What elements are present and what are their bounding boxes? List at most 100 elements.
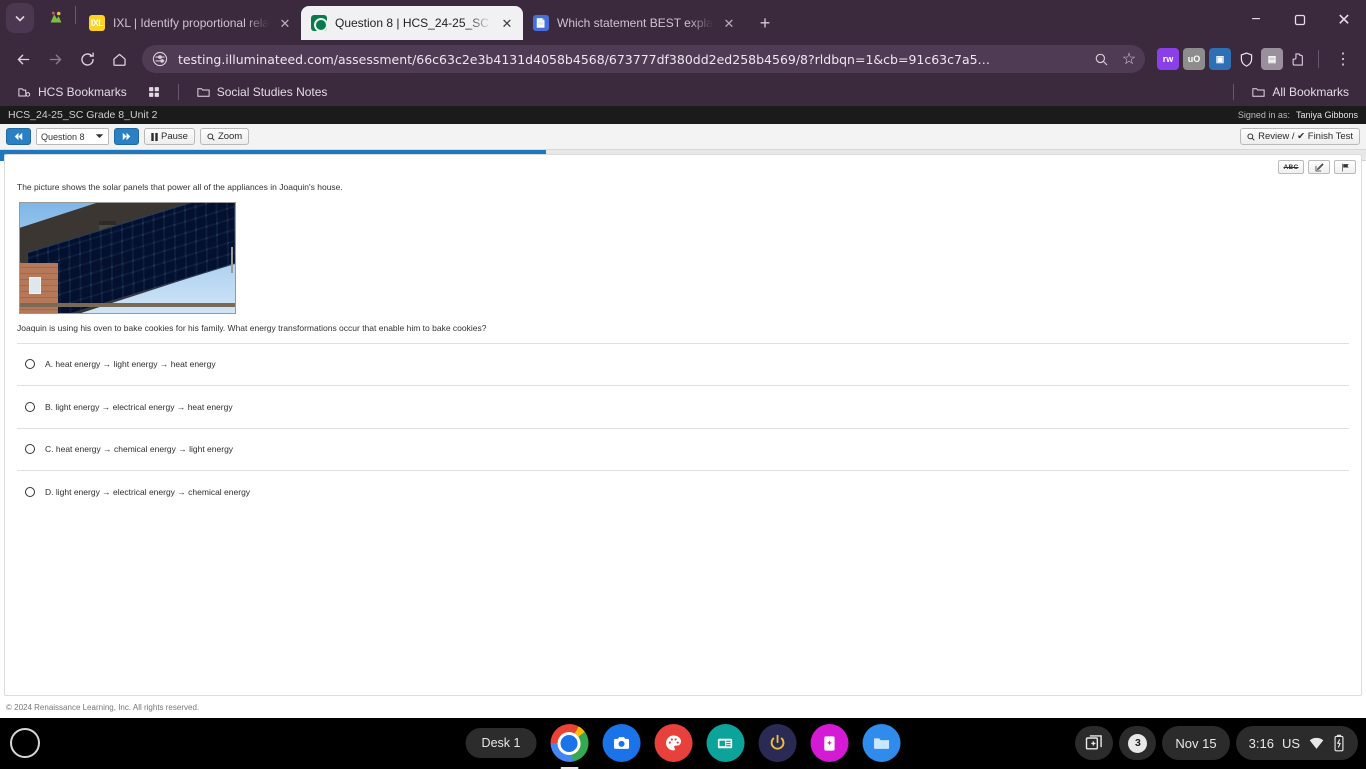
radio-icon[interactable] (25, 359, 35, 369)
signed-in-label: Signed in as: (1238, 110, 1290, 120)
chrome-browser-window: IXL IXL | Identify proportional relati ✕… (0, 0, 1366, 718)
rw-extension-icon[interactable]: rw (1157, 48, 1179, 70)
house-window-shape (29, 277, 41, 294)
bookmark-star-icon[interactable]: ☆ (1119, 49, 1139, 69)
url-text: testing.illuminateed.com/assessment/66c6… (178, 52, 1083, 67)
bookmark-social-studies-notes[interactable]: Social Studies Notes (189, 82, 335, 103)
answer-option-c[interactable]: C. heat energy → chemical energy → light… (17, 429, 1349, 472)
chrome-app[interactable] (550, 724, 588, 762)
clock-time: 3:16 (1249, 736, 1274, 751)
address-bar[interactable]: testing.illuminateed.com/assessment/66c6… (142, 45, 1145, 73)
option-body: light energy → electrical energy → chemi… (56, 487, 250, 497)
review-finish-label: Review / ✔ Finish Test (1258, 131, 1353, 142)
puzzle-icon[interactable] (1287, 48, 1309, 70)
sparkle-card-icon (820, 734, 839, 753)
status-area[interactable]: 3:16 US (1236, 726, 1358, 760)
ublock-icon[interactable]: uO (1183, 48, 1205, 70)
tab-divider (75, 6, 76, 24)
media-app[interactable] (706, 724, 744, 762)
tab-close-icon[interactable]: ✕ (499, 15, 515, 31)
tab-close-icon[interactable]: ✕ (721, 15, 737, 31)
screen-capture-icon (1084, 733, 1104, 753)
option-letter: A. (45, 359, 53, 369)
power-app[interactable] (758, 724, 796, 762)
answer-option-b[interactable]: B. light energy → electrical energy → he… (17, 386, 1349, 429)
radio-icon[interactable] (25, 487, 35, 497)
reload-icon[interactable] (72, 44, 102, 74)
question-prompt: Joaquin is using his oven to bake cookie… (17, 322, 1349, 335)
bookmark-apps-grid[interactable] (140, 82, 168, 102)
browser-tab-1[interactable]: Question 8 | HCS_24-25_SC Gra ✕ (301, 6, 523, 40)
previous-question-button[interactable] (6, 128, 31, 145)
assessment-toolbar-right: Review / ✔ Finish Test (1240, 128, 1360, 145)
answer-option-text: C. heat energy → chemical energy → light… (45, 444, 233, 454)
minimize-button[interactable]: − (1234, 0, 1278, 40)
question-tools: ABC (1278, 160, 1356, 174)
toolbar-separator (1318, 50, 1319, 68)
apps-grid-icon (147, 85, 161, 99)
question-select-value: Question 8 (41, 132, 85, 142)
notification-counter[interactable]: 3 (1119, 726, 1156, 760)
colorpick-icon[interactable]: ▣ (1209, 48, 1231, 70)
gutter-shape (20, 303, 236, 307)
all-bookmarks-label: All Bookmarks (1272, 85, 1349, 99)
input-locale: US (1282, 736, 1300, 751)
zoom-button[interactable]: Zoom (200, 128, 249, 145)
camera-icon (611, 733, 631, 753)
browser-tab-0[interactable]: IXL IXL | Identify proportional relati ✕ (79, 6, 301, 40)
files-app[interactable] (862, 724, 900, 762)
site-settings-icon[interactable] (150, 49, 170, 69)
chrome-menu-icon[interactable]: ⋮ (1328, 44, 1358, 74)
all-bookmarks-button[interactable]: All Bookmarks (1244, 82, 1356, 103)
solar-panels-on-roof-photo (19, 202, 236, 314)
question-select[interactable]: Question 8 (36, 128, 109, 145)
forward-icon[interactable] (40, 44, 70, 74)
maximize-button[interactable] (1278, 0, 1322, 40)
battery-icon (1333, 734, 1345, 752)
date-pill[interactable]: Nov 15 (1162, 726, 1229, 760)
user-name: Taniya Gibbons (1296, 110, 1358, 120)
pause-button[interactable]: Pause (144, 128, 195, 145)
close-window-button[interactable]: ✕ (1322, 0, 1366, 40)
tab-search-chevron-icon[interactable] (6, 3, 34, 33)
answer-option-d[interactable]: D. light energy → electrical energy → ch… (17, 471, 1349, 514)
answer-option-a[interactable]: A. heat energy → light energy → heat ene… (17, 344, 1349, 387)
tab-strip-left-controls (4, 0, 79, 40)
home-icon[interactable] (104, 44, 134, 74)
browser-tab-2[interactable]: 📄 Which statement BEST explain ✕ (523, 6, 745, 40)
option-body: light energy → electrical energy → heat … (55, 402, 232, 412)
magic-gallery-app[interactable] (810, 724, 848, 762)
chromeos-profile-icon[interactable] (42, 3, 70, 33)
radio-icon[interactable] (25, 402, 35, 412)
review-finish-test-button[interactable]: Review / ✔ Finish Test (1240, 128, 1360, 145)
grammar-icon[interactable]: ▤ (1261, 48, 1283, 70)
zoom-out-icon[interactable] (1091, 49, 1111, 69)
art-canvas-app[interactable] (654, 724, 692, 762)
option-body: heat energy → light energy → heat energy (55, 359, 215, 369)
bookmark-hcs-bookmarks[interactable]: HCS Bookmarks (10, 82, 134, 103)
folder-gear-icon (17, 85, 32, 100)
desk-chip[interactable]: Desk 1 (466, 728, 537, 758)
radio-icon[interactable] (25, 444, 35, 454)
flag-tool[interactable] (1334, 160, 1356, 174)
magnifier-icon (207, 133, 215, 141)
new-tab-button[interactable]: + (751, 9, 779, 37)
next-question-button[interactable] (114, 128, 139, 145)
camera-app[interactable] (602, 724, 640, 762)
back-icon[interactable] (8, 44, 38, 74)
doc-icon: 📄 (533, 15, 549, 31)
shield-icon[interactable] (1235, 48, 1257, 70)
option-letter: C. (45, 444, 54, 454)
antenna-pole-shape (231, 247, 233, 273)
chevron-down-icon (95, 133, 104, 140)
highlighter-tool[interactable] (1308, 160, 1330, 174)
tab-title: Which statement BEST explain (557, 16, 713, 30)
screen-capture-button[interactable] (1075, 726, 1113, 760)
copyright-footer: © 2024 Renaissance Learning, Inc. All ri… (0, 696, 1366, 718)
tab-close-icon[interactable]: ✕ (277, 15, 293, 31)
launcher-button[interactable] (10, 728, 40, 758)
strikethrough-tool[interactable]: ABC (1278, 160, 1304, 174)
answer-options: A. heat energy → light energy → heat ene… (17, 344, 1349, 514)
folder-icon (1251, 85, 1266, 100)
question-card: ABC The picture shows the solar panels t… (4, 154, 1362, 696)
